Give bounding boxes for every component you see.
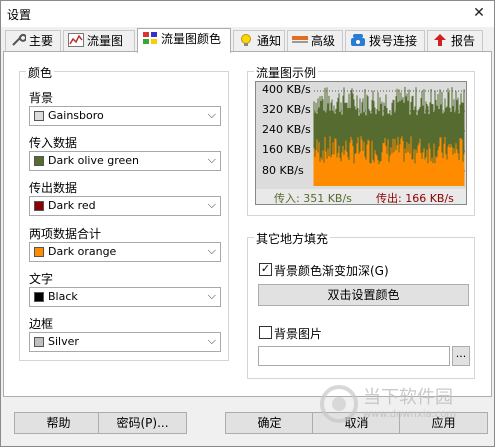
watermark: 当下软件园 www.downxia.com — [319, 379, 479, 429]
tab-graph[interactable]: 流量图 — [63, 30, 135, 52]
bg-image-checkbox[interactable] — [259, 326, 272, 339]
tab-report[interactable]: 报告 — [427, 30, 483, 52]
outgoing-label: 传出数据 — [29, 181, 78, 195]
select-value: Black — [48, 290, 78, 303]
bg-image-label[interactable]: 背景图片 — [274, 325, 322, 342]
ok-button[interactable]: 确定 — [225, 412, 314, 434]
tab-main[interactable]: 主要 — [5, 30, 61, 52]
color-swatch — [34, 292, 44, 302]
wrench-icon — [12, 33, 26, 46]
background-color-select[interactable]: Gainsboro ⌵ — [29, 106, 221, 126]
text-label: 文字 — [29, 272, 54, 286]
tick-label: 160 KB/s — [262, 143, 311, 156]
line-chart-icon — [68, 33, 84, 47]
bg-image-path-input[interactable] — [258, 346, 450, 366]
color-swatch — [34, 111, 44, 121]
chevron-down-icon: ⌵ — [207, 289, 216, 302]
tab-label: 报告 — [451, 34, 476, 48]
select-value: Dark red — [48, 199, 96, 212]
chevron-down-icon: ⌵ — [207, 198, 216, 211]
total-label: 两项数据合计 — [29, 227, 102, 241]
tick-label: 80 KB/s — [262, 164, 304, 177]
select-value: Dark olive green — [48, 154, 139, 167]
color-swatch — [34, 247, 44, 257]
watermark-url: www.downxia.com — [363, 409, 457, 420]
chevron-down-icon: ⌵ — [207, 153, 216, 166]
border-label: 边框 — [29, 317, 54, 331]
help-button[interactable]: 帮助 — [14, 412, 103, 434]
color-swatch — [34, 337, 44, 347]
tab-graph-colors[interactable]: 流量图颜色 — [137, 28, 231, 53]
gradient-checkbox[interactable]: ✓ — [259, 263, 272, 276]
tab-label: 通知 — [257, 34, 282, 48]
tab-notify[interactable]: 通知 — [233, 30, 285, 52]
color-swatch — [34, 156, 44, 166]
incoming-label: 传入数据 — [29, 136, 78, 150]
settings-window: 设置 ✕ 主要 流量图 流量图颜色 通知 高级 拨号连接 报告 颜色 背景 Ga… — [0, 0, 495, 447]
incoming-color-select[interactable]: Dark olive green ⌵ — [29, 151, 221, 171]
traffic-graph-preview: 400 KB/s 320 KB/s 240 KB/s 160 KB/s 80 K… — [255, 81, 467, 205]
color-swatch — [34, 201, 44, 211]
bar-icon — [292, 36, 308, 43]
select-value: Dark orange — [48, 245, 117, 258]
chevron-down-icon: ⌵ — [207, 108, 216, 121]
tick-label: 400 KB/s — [262, 83, 311, 96]
text-color-select[interactable]: Black ⌵ — [29, 287, 221, 307]
title-bar: 设置 ✕ — [1, 1, 494, 27]
password-button[interactable]: 密码(P)... — [98, 412, 187, 434]
select-value: Silver — [48, 335, 79, 348]
preview-group-title: 流量图示例 — [254, 64, 319, 81]
tab-label: 流量图颜色 — [161, 32, 222, 46]
tab-label: 拨号连接 — [369, 34, 418, 48]
tab-strip: 主要 流量图 流量图颜色 通知 高级 拨号连接 报告 — [3, 28, 493, 53]
phone-icon — [351, 34, 365, 46]
graph-status-line: 传入: 351 KB/s 传出: 166 KB/s — [256, 189, 466, 205]
border-color-select[interactable]: Silver ⌵ — [29, 332, 221, 352]
palette-icon — [143, 32, 157, 44]
outgoing-color-select[interactable]: Dark red ⌵ — [29, 196, 221, 216]
set-color-button[interactable]: 双击设置颜色 — [258, 284, 469, 306]
tab-label: 主要 — [29, 34, 54, 48]
tick-label: 240 KB/s — [262, 123, 311, 136]
chevron-down-icon: ⌵ — [207, 334, 216, 347]
window-title: 设置 — [7, 8, 32, 22]
tick-label: 320 KB/s — [262, 103, 311, 116]
upload-icon — [434, 34, 446, 46]
total-color-select[interactable]: Dark orange ⌵ — [29, 242, 221, 262]
incoming-rate: 传入: 351 KB/s — [274, 192, 352, 205]
other-fill-group-title: 其它地方填充 — [254, 230, 331, 247]
gradient-label[interactable]: 背景颜色渐变加深(G) — [274, 262, 389, 279]
outgoing-rate: 传出: 166 KB/s — [376, 192, 454, 205]
tab-label: 流量图 — [87, 34, 124, 48]
tab-label: 高级 — [311, 34, 336, 48]
lightbulb-icon — [241, 34, 251, 46]
chevron-down-icon: ⌵ — [207, 244, 216, 257]
tab-advanced[interactable]: 高级 — [287, 30, 343, 52]
browse-button[interactable]: ... — [452, 346, 470, 366]
colors-group-title: 颜色 — [26, 64, 55, 81]
close-button[interactable]: ✕ — [464, 1, 494, 27]
watermark-text: 当下软件园 — [363, 387, 453, 408]
background-label: 背景 — [29, 91, 54, 105]
select-value: Gainsboro — [48, 109, 104, 122]
tab-dialup[interactable]: 拨号连接 — [345, 30, 425, 52]
